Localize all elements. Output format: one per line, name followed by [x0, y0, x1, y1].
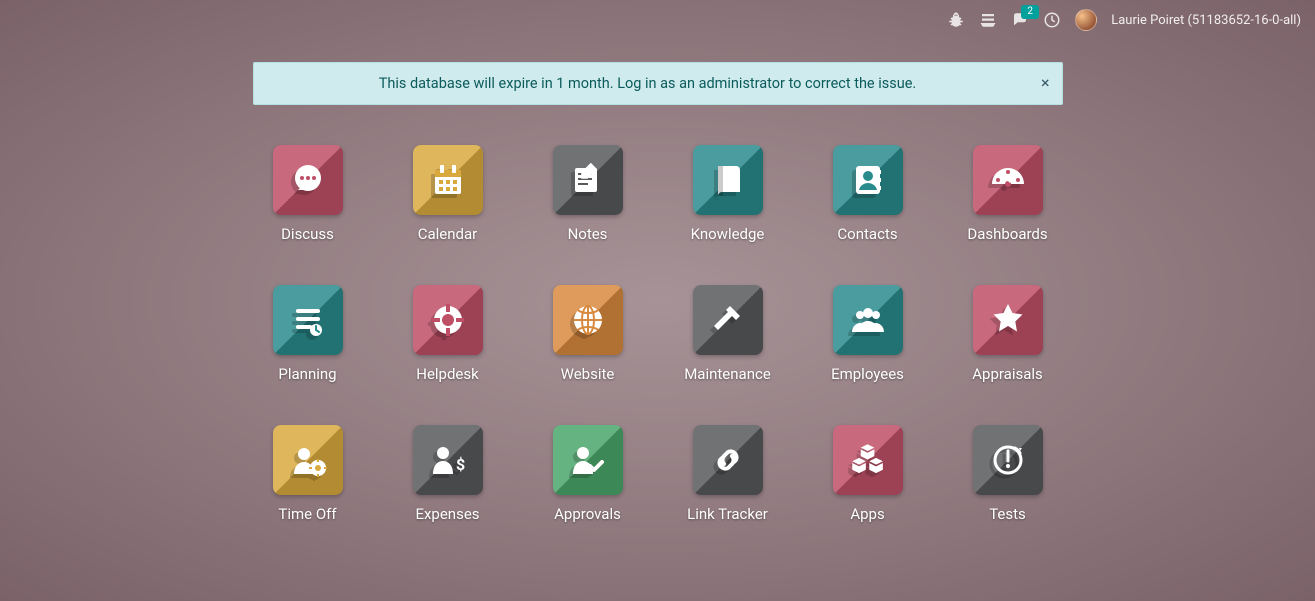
app-label: Helpdesk — [416, 365, 478, 383]
app-label: Employees — [831, 365, 904, 383]
close-icon[interactable]: × — [1041, 73, 1050, 92]
app-helpdesk[interactable]: Helpdesk — [378, 285, 518, 383]
messages-badge: 2 — [1021, 5, 1039, 19]
hammer-icon — [693, 285, 763, 355]
app-label: Tests — [989, 505, 1026, 523]
notes-icon — [553, 145, 623, 215]
app-label: Calendar — [418, 225, 478, 243]
tests-icon — [973, 425, 1043, 495]
app-dashboards[interactable]: Dashboards — [938, 145, 1078, 243]
lifebuoy-icon — [413, 285, 483, 355]
app-label: Time Off — [278, 505, 336, 523]
book-icon — [693, 145, 763, 215]
chat-icon — [273, 145, 343, 215]
apps-grid: Discuss Calendar Notes Knowledge Contacts Das… — [238, 145, 1078, 523]
app-label: Link Tracker — [687, 505, 768, 523]
alert-text: This database will expire in 1 month. Lo… — [379, 75, 916, 92]
app-apps[interactable]: Apps — [798, 425, 938, 523]
app-label: Expenses — [415, 505, 479, 523]
timeoff-icon — [273, 425, 343, 495]
planning-icon — [273, 285, 343, 355]
topbar: 2 Laurie Poiret (51183652-16-0-all) — [947, 0, 1315, 36]
app-discuss[interactable]: Discuss — [238, 145, 378, 243]
bug-icon[interactable] — [947, 11, 965, 29]
globe-icon — [553, 285, 623, 355]
app-label: Knowledge — [691, 225, 765, 243]
calendar-icon — [413, 145, 483, 215]
expiration-alert: This database will expire in 1 month. Lo… — [253, 62, 1063, 105]
app-label: Discuss — [281, 225, 334, 243]
people-icon — [833, 285, 903, 355]
app-label: Maintenance — [684, 365, 771, 383]
app-calendar[interactable]: Calendar — [378, 145, 518, 243]
app-contacts[interactable]: Contacts — [798, 145, 938, 243]
gauge-icon — [973, 145, 1043, 215]
avatar[interactable] — [1075, 9, 1097, 31]
app-label: Dashboards — [967, 225, 1047, 243]
star-icon — [973, 285, 1043, 355]
app-website[interactable]: Website — [518, 285, 658, 383]
app-maintenance[interactable]: Maintenance — [658, 285, 798, 383]
app-label: Contacts — [837, 225, 897, 243]
app-employees[interactable]: Employees — [798, 285, 938, 383]
tray-icon[interactable] — [979, 11, 997, 29]
app-label: Appraisals — [972, 365, 1043, 383]
app-notes[interactable]: Notes — [518, 145, 658, 243]
app-approvals[interactable]: Approvals — [518, 425, 658, 523]
app-label: Website — [561, 365, 615, 383]
app-planning[interactable]: Planning — [238, 285, 378, 383]
activity-clock-icon[interactable] — [1043, 11, 1061, 29]
app-expenses[interactable]: Expenses — [378, 425, 518, 523]
contact-icon — [833, 145, 903, 215]
messages-icon[interactable]: 2 — [1011, 11, 1029, 29]
user-menu[interactable]: Laurie Poiret (51183652-16-0-all) — [1111, 13, 1301, 28]
link-icon — [693, 425, 763, 495]
app-tests[interactable]: Tests — [938, 425, 1078, 523]
app-label: Apps — [850, 505, 884, 523]
app-timeoff[interactable]: Time Off — [238, 425, 378, 523]
approve-icon — [553, 425, 623, 495]
app-label: Planning — [278, 365, 336, 383]
app-label: Approvals — [554, 505, 621, 523]
app-label: Notes — [568, 225, 608, 243]
app-knowledge[interactable]: Knowledge — [658, 145, 798, 243]
cubes-icon — [833, 425, 903, 495]
app-linktracker[interactable]: Link Tracker — [658, 425, 798, 523]
expense-icon — [413, 425, 483, 495]
app-appraisals[interactable]: Appraisals — [938, 285, 1078, 383]
